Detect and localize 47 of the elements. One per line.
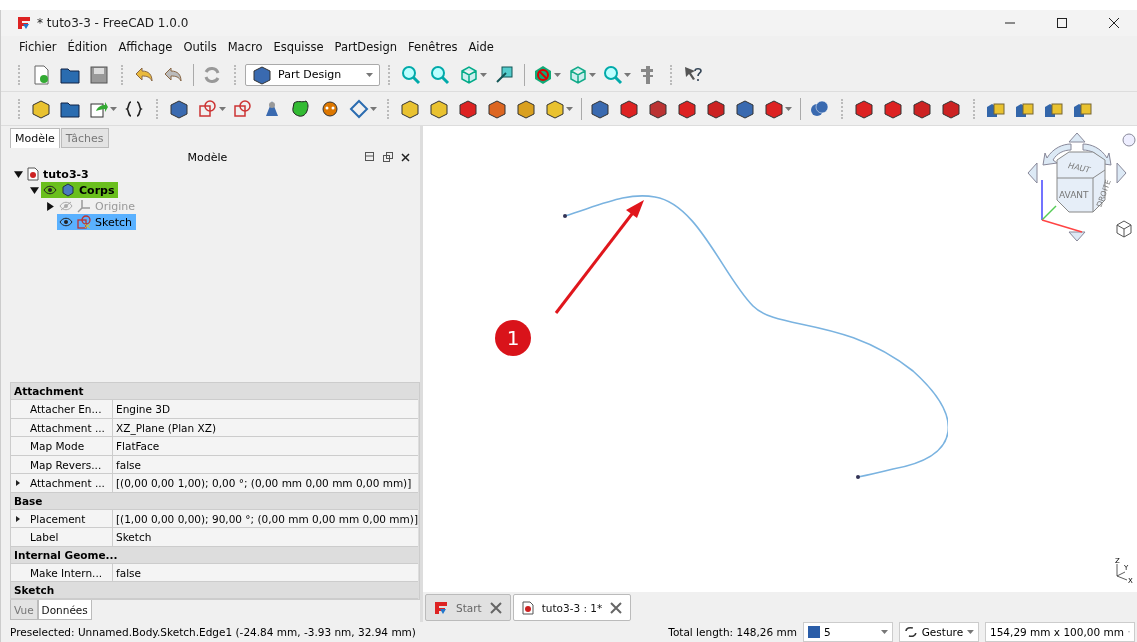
property-value[interactable]: false: [113, 455, 418, 474]
document-tab[interactable]: tuto3-3 : 1*: [512, 594, 632, 621]
property-name: Attachment ...: [25, 474, 113, 492]
status-message: Preselected: Unnamed.Body.Sketch.Edge1 (-24.84 mm, -3.93 nm, 32.94 mm): [10, 626, 417, 638]
panel-title: Modèle: [186, 150, 229, 164]
property-value[interactable]: XZ_Plane (Plan XZ): [113, 418, 418, 437]
panel-tab[interactable]: Vue: [10, 600, 38, 620]
menu-item[interactable]: Fenêtres: [408, 40, 458, 54]
property-name: Make Intern...: [25, 563, 113, 582]
document-tab[interactable]: Start: [425, 594, 511, 621]
property-name: Label: [25, 528, 113, 546]
menu-item[interactable]: Outils: [183, 40, 217, 54]
menu-item[interactable]: Esquisse: [273, 40, 324, 54]
property-group-label: Sketch: [14, 584, 55, 596]
menu-item[interactable]: PartDesign: [334, 40, 397, 54]
menu-item[interactable]: Macro: [227, 40, 263, 54]
property-value[interactable]: false: [113, 563, 418, 582]
property-group-label: Internal Geome...: [14, 548, 118, 561]
property-group-label: Attachment: [14, 385, 84, 397]
callout-badge: 1: [495, 320, 531, 356]
property-name: Attacher En...: [25, 400, 113, 418]
tree-item[interactable]: Corps: [41, 182, 119, 198]
property-name: Placement: [25, 509, 113, 528]
dimensions-dropdown[interactable]: 154,29 mm x 100,00 mm: [985, 622, 1135, 642]
draw-style-dropdown[interactable]: 5: [803, 622, 893, 642]
property-name: Attachment ...: [25, 418, 113, 437]
panel-tab[interactable]: Tâches: [60, 128, 109, 148]
panel-tab[interactable]: Données: [37, 600, 92, 620]
menu-item[interactable]: Affichage: [118, 40, 173, 54]
property-value[interactable]: [(1,00 0,00 0,00); 90,00 °; (0,00 mm 0,00 mm 0,00 mm)]: [113, 509, 418, 528]
property-value[interactable]: [(0,00 0,00 1,00); 0,00 °; (0,00 mm 0,00 mm 0,00 mm)]: [113, 474, 418, 492]
navigation-style-dropdown[interactable]: Gesture: [899, 622, 979, 642]
property-value[interactable]: FlatFace: [113, 437, 418, 455]
tree-item[interactable]: tuto3-3: [25, 166, 93, 182]
total-length-label: Total length: 148,26 mm: [668, 626, 797, 638]
menu-item[interactable]: Édition: [67, 40, 108, 54]
panel-tab[interactable]: Modèle: [10, 128, 60, 148]
property-value[interactable]: Sketch: [113, 528, 418, 546]
tree-item[interactable]: Sketch: [57, 214, 137, 230]
property-value[interactable]: Engine 3D: [113, 400, 418, 418]
property-name: Map Mode: [25, 437, 113, 455]
menu-item[interactable]: Aide: [468, 40, 494, 54]
workbench-dropdown[interactable]: Part Design: [245, 63, 380, 86]
property-name: Map Revers...: [25, 455, 113, 474]
menu-item[interactable]: Fichier: [19, 40, 57, 54]
property-group-label: Base: [14, 494, 43, 507]
window-title: * tuto3-3 - FreeCAD 1.0.0: [37, 16, 190, 30]
